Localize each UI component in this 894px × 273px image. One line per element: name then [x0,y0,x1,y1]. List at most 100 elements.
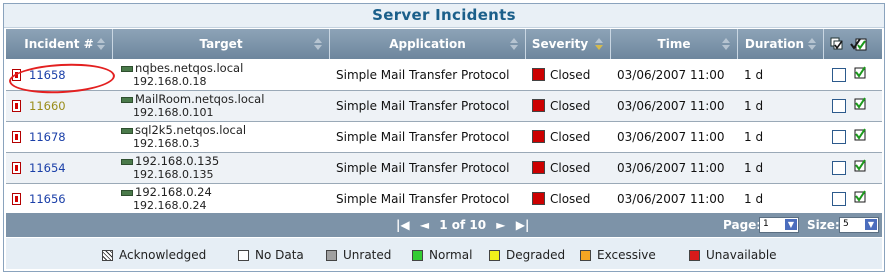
severity-cell: Closed [526,60,611,90]
row-select-checkbox[interactable] [832,68,846,82]
severity-cell: Closed [526,122,611,152]
panel-title: Server Incidents [4,4,884,28]
incident-cell: 11654 [6,153,113,183]
acknowledge-icon[interactable] [854,190,866,203]
target-name[interactable]: 192.168.0.135 [135,154,219,168]
severity-text: Closed [550,130,591,144]
sort-desc-icon[interactable] [594,38,604,50]
previous-page-icon[interactable]: ◄ [420,218,429,232]
application-cell: Simple Mail Transfer Protocol [330,184,526,214]
severity-color-box [532,161,545,174]
size-select[interactable]: 5 ▼ [839,217,879,233]
incident-duration: 1 d [744,161,764,175]
incident-time: 03/06/2007 11:00 [617,68,725,82]
time-cell: 03/06/2007 11:00 [611,91,738,121]
page-navigation: |◀ ◄ 1 of 10 ► ▶| [396,218,535,232]
column-header-target[interactable]: Target [113,29,330,59]
severity-color-box [532,130,545,143]
target-ip: 192.168.0.135 [133,168,214,181]
column-header-incident[interactable]: Incident # [6,29,113,59]
legend-label: Excessive [597,248,656,262]
legend-label: No Data [255,248,304,262]
size-select-value: 5 [843,219,849,229]
acknowledge-icon[interactable] [854,128,866,141]
incident-link[interactable]: 11656 [29,192,66,206]
next-page-icon[interactable]: ► [496,218,505,232]
page-select-label: Page: [723,218,762,232]
legend-swatch [238,250,249,261]
incident-duration: 1 d [744,192,764,206]
target-name[interactable]: 192.168.0.24 [135,185,212,199]
row-select-checkbox[interactable] [832,161,846,175]
table-row[interactable]: 11660 MailRoom.netqos.local 192.168.0.10… [6,91,882,122]
server-icon [121,66,133,72]
acknowledge-all-icon[interactable] [850,37,868,51]
incident-duration: 1 d [744,99,764,113]
incident-time: 03/06/2007 11:00 [617,130,725,144]
column-header-duration-label: Duration [744,37,805,51]
incident-icon [12,162,21,174]
column-header-severity[interactable]: Severity [526,29,611,59]
incident-cell: 11656 [6,184,113,214]
legend-swatch [580,250,591,261]
incident-time: 03/06/2007 11:00 [617,161,725,175]
acknowledge-icon[interactable] [854,159,866,172]
column-header-severity-label: Severity [531,37,589,51]
row-select-checkbox[interactable] [832,130,846,144]
chevron-down-icon[interactable]: ▼ [785,219,797,230]
table-row[interactable]: 11678 sql2k5.netqos.local 192.168.0.3 Si… [6,122,882,153]
duration-cell: 1 d [738,122,824,152]
application-cell: Simple Mail Transfer Protocol [330,153,526,183]
sort-icon[interactable] [721,38,731,50]
target-name[interactable]: MailRoom.netqos.local [135,92,264,106]
acknowledge-icon[interactable] [854,97,866,110]
application-name: Simple Mail Transfer Protocol [336,130,510,144]
table-row[interactable]: 11656 192.168.0.24 192.168.0.24 Simple M… [6,184,882,215]
sort-icon[interactable] [509,38,519,50]
incident-link[interactable]: 11654 [29,161,66,175]
target-name[interactable]: nqbes.netqos.local [135,61,243,75]
incident-duration: 1 d [744,130,764,144]
column-header-duration[interactable]: Duration [738,29,824,59]
duration-cell: 1 d [738,91,824,121]
table-row[interactable]: 11654 192.168.0.135 192.168.0.135 Simple… [6,153,882,184]
page-select[interactable]: 1 ▼ [759,217,799,233]
column-header-target-label: Target [199,37,243,51]
target-cell: sql2k5.netqos.local 192.168.0.3 [113,122,330,152]
server-icon [121,190,133,196]
incident-link[interactable]: 11678 [29,130,66,144]
legend-label: Degraded [506,248,566,262]
actions-cell [824,122,882,152]
chevron-down-icon[interactable]: ▼ [865,219,877,230]
target-ip: 192.168.0.3 [133,137,200,150]
acknowledge-icon[interactable] [854,66,866,79]
severity-cell: Closed [526,184,611,214]
table-row[interactable]: 11658 nqbes.netqos.local 192.168.0.18 Si… [6,60,882,91]
target-name[interactable]: sql2k5.netqos.local [135,123,246,137]
server-icon [121,128,133,134]
application-name: Simple Mail Transfer Protocol [336,68,510,82]
column-header-time[interactable]: Time [611,29,738,59]
severity-cell: Closed [526,91,611,121]
pagination-bar: |◀ ◄ 1 of 10 ► ▶| Page: 1 ▼ Size: 5 ▼ [6,213,882,237]
legend-swatch [689,250,700,261]
row-select-checkbox[interactable] [832,99,846,113]
duration-cell: 1 d [738,60,824,90]
severity-color-box [532,192,545,205]
severity-text: Closed [550,161,591,175]
row-select-checkbox[interactable] [832,192,846,206]
actions-cell [824,184,882,214]
incident-link[interactable]: 11660 [29,99,66,113]
last-page-icon[interactable]: ▶| [516,218,530,232]
column-header-application[interactable]: Application [330,29,526,59]
sort-icon[interactable] [807,38,817,50]
select-all-icon[interactable] [830,37,844,51]
legend-label: Normal [429,248,473,262]
sort-icon[interactable] [96,38,106,50]
time-cell: 03/06/2007 11:00 [611,122,738,152]
application-cell: Simple Mail Transfer Protocol [330,122,526,152]
sort-icon[interactable] [313,38,323,50]
incident-icon [12,100,21,112]
first-page-icon[interactable]: |◀ [396,218,410,232]
severity-cell: Closed [526,153,611,183]
